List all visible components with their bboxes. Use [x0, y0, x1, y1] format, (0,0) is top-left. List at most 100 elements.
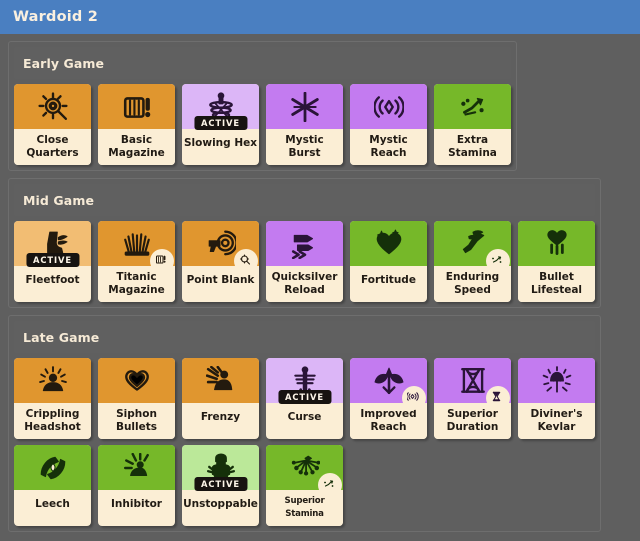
perk-card-label: Basic Magazine — [98, 129, 175, 165]
section-title: Late Game — [23, 330, 100, 345]
perk-card-label: Diviner's Kevlar — [518, 403, 595, 439]
perk-card-label: Fleetfoot — [14, 266, 91, 296]
winged-leg-icon — [462, 229, 484, 253]
double-heart-icon — [124, 369, 149, 391]
card-rows: Crippling Headshot Siphon Bullets Frenzy AC… — [14, 358, 595, 526]
perk-card-art — [350, 221, 427, 266]
perk-card[interactable]: ACTIVE Curse — [266, 358, 343, 439]
section-header: Mid Game — [14, 184, 595, 216]
perk-card-art — [518, 358, 595, 403]
heart-drops-icon — [546, 229, 567, 255]
perk-sub-badge[interactable] — [234, 249, 258, 273]
perk-card-art — [266, 445, 343, 497]
active-badge: ACTIVE — [25, 252, 80, 267]
perk-card-art — [434, 84, 511, 129]
kneeling-burst-icon — [123, 452, 149, 476]
section-early-game: Early Game Close Quarters Basic Magazine AC… — [8, 41, 517, 171]
perk-card-art — [350, 84, 427, 129]
perk-card[interactable]: Fortitude — [350, 221, 427, 302]
perk-card[interactable]: Close Quarters — [14, 84, 91, 165]
perk-card-art — [14, 358, 91, 403]
perk-card-art — [98, 358, 175, 403]
perk-card-art — [350, 358, 427, 410]
card-rows: Close Quarters Basic Magazine ACTIVE Slowin… — [14, 84, 511, 165]
perk-sub-badge[interactable] — [486, 249, 510, 273]
perk-card-label: Quicksilver Reload — [266, 266, 343, 302]
perk-card-label: Curse — [266, 403, 343, 433]
perk-card[interactable]: Leech — [14, 445, 91, 526]
section-title: Early Game — [23, 56, 105, 71]
spark-burst-icon — [291, 455, 320, 475]
active-badge: ACTIVE — [193, 115, 248, 130]
sparkle-heart-icon — [376, 229, 401, 254]
perk-card-art — [98, 221, 175, 273]
perk-card-label: Unstoppable — [182, 490, 259, 520]
window-title: Wardoid 2 — [13, 9, 99, 25]
card-row: Close Quarters Basic Magazine ACTIVE Slowin… — [14, 84, 511, 165]
perk-card[interactable]: Siphon Bullets — [98, 358, 175, 439]
perk-card[interactable]: ACTIVE Slowing Hex — [182, 84, 259, 165]
speed-bullets-icon — [291, 234, 313, 259]
perk-card-art — [266, 221, 343, 266]
perk-card-art — [98, 84, 175, 129]
perk-card[interactable]: Mystic Reach — [350, 84, 427, 165]
running-badge-icon — [324, 480, 334, 487]
perk-sub-badge[interactable] — [318, 473, 342, 497]
perk-card-art — [434, 221, 511, 273]
perk-card[interactable]: Frenzy — [182, 358, 259, 439]
card-row: Leech Inhibitor ACTIVE Unstoppable Superior … — [14, 445, 595, 526]
perk-card[interactable]: Quicksilver Reload — [266, 221, 343, 302]
perk-card-art — [182, 358, 259, 403]
wheat-burst-icon — [123, 232, 150, 256]
perk-card[interactable]: Enduring Speed — [434, 221, 511, 302]
section-title: Mid Game — [23, 193, 95, 208]
perk-card-art: ACTIVE — [182, 84, 259, 130]
leech-heart-icon — [40, 456, 65, 479]
running-badge-icon — [492, 256, 502, 263]
perk-sub-badge[interactable] — [402, 386, 426, 410]
perk-card[interactable]: ACTIVE Fleetfoot — [14, 221, 91, 302]
perk-card[interactable]: Mystic Burst — [266, 84, 343, 165]
card-row: ACTIVE Fleetfoot Titanic Magazine Point Bla… — [14, 221, 595, 302]
perk-card[interactable]: Point Blank — [182, 221, 259, 302]
perk-card[interactable]: Titanic Magazine — [98, 221, 175, 302]
perk-card-label: Mystic Reach — [350, 129, 427, 165]
section-mid-game: Mid Game ACTIVE Fleetfoot Titanic Magazine P… — [8, 178, 601, 308]
perk-card-art — [434, 358, 511, 410]
perk-card[interactable]: Improved Reach — [350, 358, 427, 439]
active-badge: ACTIVE — [193, 476, 248, 491]
running-spark-icon — [460, 97, 484, 116]
perk-card-label: Fortitude — [350, 266, 427, 296]
perk-card[interactable]: ACTIVE Unstoppable — [182, 445, 259, 526]
sonar-diamond-icon — [373, 95, 404, 118]
perk-sub-badge[interactable] — [486, 386, 510, 410]
perk-card-art — [266, 84, 343, 129]
section-header: Late Game — [14, 321, 595, 353]
perk-card[interactable]: Superior Duration — [434, 358, 511, 439]
perk-card[interactable]: Inhibitor — [98, 445, 175, 526]
perk-card[interactable]: Extra Stamina — [434, 84, 511, 165]
perk-sub-badge[interactable] — [150, 249, 174, 273]
frenzy-rage-icon — [205, 365, 232, 390]
section-late-game: Late Game Crippling Headshot Siphon Bullet… — [8, 315, 601, 532]
perk-card-label: Mystic Burst — [266, 129, 343, 165]
perk-card-label: Siphon Bullets — [98, 403, 175, 439]
starburst-icon — [290, 91, 319, 122]
magazine-icon — [123, 96, 150, 118]
perk-card[interactable]: Bullet Lifesteal — [518, 221, 595, 302]
perk-card-label: Leech — [14, 490, 91, 520]
pistol-target-icon — [208, 230, 236, 255]
card-rows: ACTIVE Fleetfoot Titanic Magazine Point Bla… — [14, 221, 595, 302]
perk-card[interactable]: Diviner's Kevlar — [518, 358, 595, 439]
magnifier-badge-icon — [239, 254, 251, 265]
radiant-dome-icon — [542, 365, 571, 393]
sonar-badge-icon — [407, 392, 419, 401]
perk-card-art: ACTIVE — [266, 358, 343, 404]
perk-card[interactable]: Superior Stamina — [266, 445, 343, 526]
perk-card[interactable]: Basic Magazine — [98, 84, 175, 165]
active-badge: ACTIVE — [277, 389, 332, 404]
perk-card[interactable]: Crippling Headshot — [14, 358, 91, 439]
perk-card-art: ACTIVE — [182, 445, 259, 491]
perk-card-art — [14, 445, 91, 490]
winged-arrow-icon — [374, 367, 403, 394]
